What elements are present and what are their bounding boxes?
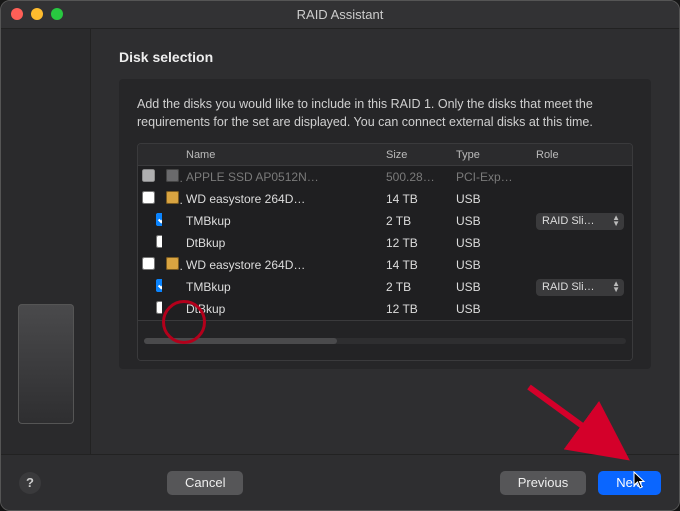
table-row[interactable]: TMBkup2 TBUSB RAID Sli…▲▼ bbox=[138, 276, 632, 298]
table-footer bbox=[138, 320, 632, 360]
table-body: APPLE SSD AP0512N…500.28…PCI-Exp…WD easy… bbox=[138, 166, 632, 320]
cancel-button[interactable]: Cancel bbox=[167, 471, 243, 495]
next-button[interactable]: Next bbox=[598, 471, 661, 495]
disk-type: PCI-Exp… bbox=[452, 170, 532, 184]
disk-type: USB bbox=[452, 258, 532, 272]
close-icon[interactable] bbox=[11, 8, 23, 20]
help-button[interactable]: ? bbox=[19, 472, 41, 494]
table-header: Name Size Type Role bbox=[138, 144, 632, 166]
disk-name: APPLE SSD AP0512N… bbox=[182, 170, 382, 184]
content-area: Disk selection Add the disks you would l… bbox=[91, 29, 679, 454]
disk-name: TMBkup bbox=[182, 280, 382, 294]
horizontal-scrollbar[interactable] bbox=[144, 338, 626, 344]
disk-role[interactable]: RAID Sli…▲▼ bbox=[532, 213, 632, 230]
disk-icon bbox=[166, 191, 179, 204]
traffic-lights bbox=[11, 8, 63, 20]
disk-checkbox[interactable] bbox=[156, 279, 162, 292]
window-title: RAID Assistant bbox=[297, 7, 384, 22]
disk-size: 12 TB bbox=[382, 302, 452, 316]
col-header-size[interactable]: Size bbox=[382, 149, 452, 161]
disk-checkbox[interactable] bbox=[156, 235, 162, 248]
sidebar bbox=[1, 29, 91, 454]
disk-type: USB bbox=[452, 302, 532, 316]
footer: ? Cancel Previous Next bbox=[1, 454, 679, 510]
disk-size: 14 TB bbox=[382, 258, 452, 272]
disk-panel: Add the disks you would like to include … bbox=[119, 79, 651, 369]
disk-name: DtBkup bbox=[182, 236, 382, 250]
disk-checkbox[interactable] bbox=[156, 213, 162, 226]
titlebar: RAID Assistant bbox=[1, 1, 679, 29]
disk-checkbox[interactable] bbox=[142, 257, 155, 270]
disk-type: USB bbox=[452, 192, 532, 206]
col-header-role[interactable]: Role bbox=[532, 149, 632, 161]
role-selector[interactable]: RAID Sli…▲▼ bbox=[536, 279, 624, 296]
disk-name: WD easystore 264D… bbox=[182, 258, 382, 272]
disk-size: 14 TB bbox=[382, 192, 452, 206]
table-row[interactable]: DtBkup12 TBUSB bbox=[138, 298, 632, 320]
role-selector[interactable]: RAID Sli…▲▼ bbox=[536, 213, 624, 230]
disk-checkbox[interactable] bbox=[142, 191, 155, 204]
previous-button[interactable]: Previous bbox=[500, 471, 587, 495]
disk-size: 500.28… bbox=[382, 170, 452, 184]
section-title: Disk selection bbox=[119, 49, 651, 65]
disk-checkbox[interactable] bbox=[156, 301, 162, 314]
disk-icon bbox=[166, 169, 179, 182]
zoom-icon[interactable] bbox=[51, 8, 63, 20]
disk-icon bbox=[166, 257, 179, 270]
disk-name: TMBkup bbox=[182, 214, 382, 228]
table-row[interactable]: WD easystore 264D…14 TBUSB bbox=[138, 188, 632, 210]
table-row[interactable]: WD easystore 264D…14 TBUSB bbox=[138, 254, 632, 276]
disk-type: USB bbox=[452, 236, 532, 250]
stepper-icon: ▲▼ bbox=[612, 281, 620, 293]
disk-table: Name Size Type Role APPLE SSD AP0512N…50… bbox=[137, 143, 633, 361]
description-text: Add the disks you would like to include … bbox=[137, 95, 633, 131]
table-row[interactable]: TMBkup2 TBUSB RAID Sli…▲▼ bbox=[138, 210, 632, 232]
disk-size: 2 TB bbox=[382, 280, 452, 294]
disk-type: USB bbox=[452, 214, 532, 228]
raid-illustration bbox=[18, 304, 74, 424]
disk-size: 2 TB bbox=[382, 214, 452, 228]
scrollbar-thumb[interactable] bbox=[144, 338, 337, 344]
col-header-type[interactable]: Type bbox=[452, 149, 532, 161]
disk-checkbox bbox=[142, 169, 155, 182]
col-header-name[interactable]: Name bbox=[182, 149, 382, 161]
raid-assistant-window: RAID Assistant Disk selection Add the di… bbox=[0, 0, 680, 511]
disk-type: USB bbox=[452, 280, 532, 294]
disk-size: 12 TB bbox=[382, 236, 452, 250]
table-row[interactable]: DtBkup12 TBUSB bbox=[138, 232, 632, 254]
disk-name: WD easystore 264D… bbox=[182, 192, 382, 206]
minimize-icon[interactable] bbox=[31, 8, 43, 20]
disk-name: DtBkup bbox=[182, 302, 382, 316]
stepper-icon: ▲▼ bbox=[612, 215, 620, 227]
table-row[interactable]: APPLE SSD AP0512N…500.28…PCI-Exp… bbox=[138, 166, 632, 188]
disk-role[interactable]: RAID Sli…▲▼ bbox=[532, 279, 632, 296]
